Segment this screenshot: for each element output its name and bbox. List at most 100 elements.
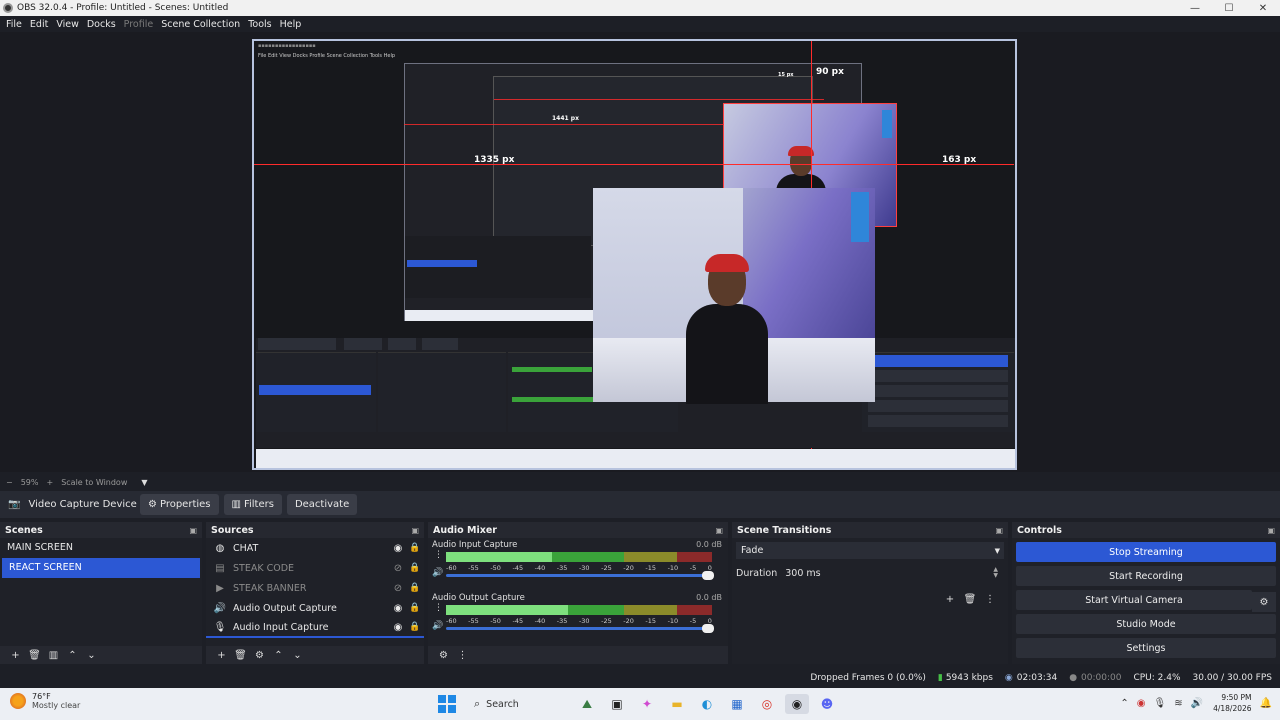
volume-slider-knob[interactable]: [702, 624, 714, 633]
source-item-audio-output[interactable]: 🔊 Audio Output Capture ◉ 🔒: [206, 598, 424, 618]
start-recording-button[interactable]: Start Recording: [1016, 566, 1276, 586]
undock-icon[interactable]: ▣: [189, 526, 197, 535]
virtual-camera-settings-button[interactable]: ⚙: [1252, 592, 1276, 612]
close-button[interactable]: ✕: [1246, 3, 1280, 14]
wifi-icon[interactable]: ≋: [1174, 698, 1182, 709]
filter-icon[interactable]: ▥: [44, 650, 63, 661]
store-icon[interactable]: ▦: [725, 694, 749, 714]
filters-button[interactable]: ▥ Filters: [223, 494, 282, 515]
studio-mode-button[interactable]: Studio Mode: [1016, 614, 1276, 634]
volume-slider-knob[interactable]: [702, 571, 714, 580]
kebab-menu-icon[interactable]: ⋮: [453, 650, 472, 661]
menu-tools[interactable]: Tools: [244, 19, 275, 30]
chevron-up-icon[interactable]: ⌃: [63, 650, 82, 661]
copilot-icon[interactable]: ✦: [635, 694, 659, 714]
discord-icon[interactable]: ☻: [815, 694, 839, 714]
undock-icon[interactable]: ▣: [715, 526, 723, 535]
tick: -5: [689, 617, 697, 625]
webcam-main-overlay[interactable]: [593, 188, 875, 404]
trash-icon[interactable]: 🗑: [231, 650, 250, 661]
mic-icon[interactable]: 🎙: [1154, 698, 1167, 709]
eye-icon[interactable]: ◉: [390, 603, 406, 614]
source-item-steak-code[interactable]: ▤ STEAK CODE ⊘ 🔒: [206, 558, 424, 578]
menu-view[interactable]: View: [52, 19, 83, 30]
preview-area[interactable]: ▪▪▪▪▪▪▪▪▪▪▪▪▪▪▪▪▪ File Edit View Docks P…: [0, 32, 1280, 472]
trash-icon[interactable]: 🗑: [960, 594, 980, 605]
chevron-down-icon[interactable]: ⌄: [82, 650, 101, 661]
volume-slider[interactable]: [446, 571, 714, 580]
volume-icon[interactable]: 🔊: [432, 621, 443, 631]
chevron-up-icon[interactable]: ⌃: [269, 650, 288, 661]
eye-hidden-icon[interactable]: ⊘: [390, 583, 406, 594]
source-label: Audio Output Capture: [233, 602, 337, 614]
lock-icon[interactable]: 🔒: [406, 622, 424, 632]
menu-scene-collection[interactable]: Scene Collection: [157, 19, 244, 30]
weather-widget[interactable]: 76°F Mostly clear: [10, 692, 80, 710]
add-icon[interactable]: +: [6, 650, 25, 661]
volume-slider[interactable]: [446, 624, 714, 633]
chevron-up-icon[interactable]: ⌃: [1120, 698, 1128, 709]
deactivate-button[interactable]: Deactivate: [286, 494, 358, 515]
chevron-down-icon[interactable]: ⌄: [288, 650, 307, 661]
mic-icon: 🎙: [213, 621, 227, 633]
eye-hidden-icon[interactable]: ⊘: [390, 563, 406, 574]
source-item-chat[interactable]: ◍ CHAT ◉ 🔒: [206, 538, 424, 558]
notification-bell-icon[interactable]: 🔔: [1260, 698, 1272, 709]
add-icon[interactable]: +: [940, 594, 960, 605]
widget-icon[interactable]: ⛰: [575, 694, 599, 714]
kebab-menu-icon[interactable]: ⋮: [980, 594, 1000, 605]
windows-start-icon[interactable]: [438, 695, 456, 713]
gear-icon[interactable]: ⚙: [434, 650, 453, 661]
taskbar-search[interactable]: ⌕ Search: [470, 693, 570, 715]
nested-meter-1: [512, 367, 592, 372]
kebab-menu-icon[interactable]: ⋮: [434, 550, 443, 560]
speaker-icon[interactable]: 🔊: [1191, 698, 1203, 709]
zoom-out-button[interactable]: −: [6, 478, 13, 487]
lock-icon[interactable]: 🔒: [406, 583, 424, 593]
gear-icon[interactable]: ⚙: [250, 650, 269, 661]
nested-stop-streaming: [868, 355, 1008, 367]
task-view-icon[interactable]: ▣: [605, 694, 629, 714]
minimize-button[interactable]: —: [1178, 3, 1212, 14]
spin-buttons-icon[interactable]: ▲ ▼: [993, 567, 998, 579]
add-icon[interactable]: +: [212, 650, 231, 661]
lock-icon[interactable]: 🔒: [406, 603, 424, 613]
start-virtual-camera-button[interactable]: Start Virtual Camera: [1016, 590, 1252, 610]
chevron-down-icon[interactable]: ▼: [141, 478, 147, 487]
menu-edit[interactable]: Edit: [26, 19, 52, 30]
settings-button[interactable]: Settings: [1016, 638, 1276, 658]
scene-item-main-screen[interactable]: MAIN SCREEN: [0, 538, 202, 558]
eye-icon[interactable]: ◉: [390, 543, 406, 554]
tray-app-icon[interactable]: ◉: [1137, 698, 1146, 709]
stop-streaming-button[interactable]: Stop Streaming: [1016, 542, 1276, 562]
stream-status: ◉ 02:03:34: [1005, 673, 1057, 683]
lock-icon[interactable]: 🔒: [406, 563, 424, 573]
zoom-in-button[interactable]: +: [46, 478, 53, 487]
scale-mode-dropdown[interactable]: Scale to Window: [61, 478, 127, 487]
clock[interactable]: 9:50 PM 4/18/2026: [1213, 692, 1251, 714]
undock-icon[interactable]: ▣: [411, 526, 419, 535]
menu-file[interactable]: File: [2, 19, 26, 30]
properties-button[interactable]: ⚙ Properties: [140, 494, 219, 515]
program-canvas[interactable]: ▪▪▪▪▪▪▪▪▪▪▪▪▪▪▪▪▪ File Edit View Docks P…: [252, 39, 1017, 470]
undock-icon[interactable]: ▣: [1267, 526, 1275, 535]
obs-icon[interactable]: ◉: [785, 694, 809, 714]
menu-help[interactable]: Help: [276, 19, 306, 30]
kebab-menu-icon[interactable]: ⋮: [434, 603, 443, 613]
maximize-button[interactable]: ☐: [1212, 3, 1246, 14]
edge-icon[interactable]: ◐: [695, 694, 719, 714]
source-item-audio-input[interactable]: 🎙 Audio Input Capture ◉ 🔒: [206, 618, 424, 638]
file-explorer-icon[interactable]: ▬: [665, 694, 689, 714]
undock-icon[interactable]: ▣: [995, 526, 1003, 535]
trash-icon[interactable]: 🗑: [25, 650, 44, 661]
volume-icon[interactable]: 🔊: [432, 568, 443, 578]
source-item-steak-banner[interactable]: ▶ STEAK BANNER ⊘ 🔒: [206, 578, 424, 598]
menu-docks[interactable]: Docks: [83, 19, 120, 30]
transition-select[interactable]: Fade ▼: [736, 542, 1004, 559]
eye-icon[interactable]: ◉: [390, 622, 406, 633]
chrome-icon[interactable]: ◎: [755, 694, 779, 714]
scene-item-react-screen[interactable]: REACT SCREEN: [2, 558, 200, 578]
menu-profile[interactable]: Profile: [120, 19, 158, 30]
lock-icon[interactable]: 🔒: [406, 543, 424, 553]
duration-field[interactable]: 300 ms: [785, 568, 820, 579]
